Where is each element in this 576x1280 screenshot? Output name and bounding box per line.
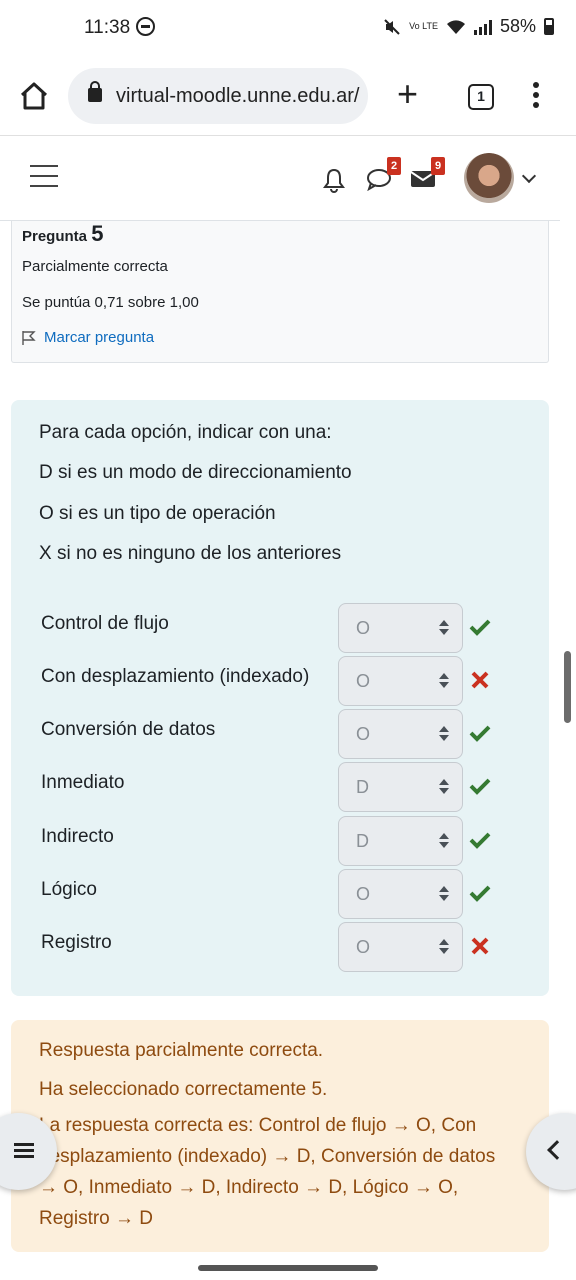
messages-button[interactable]: 2 — [366, 157, 401, 196]
question-text-line: Para cada opción, indicar con una: — [39, 422, 332, 443]
answer-select-value: D — [356, 831, 369, 851]
browser-toolbar: virtual-moodle.unne.edu.ar/ + 1 — [0, 58, 576, 136]
question-number: Pregunta 5 — [22, 221, 103, 247]
cross-icon — [471, 937, 489, 955]
answer-select-value: O — [356, 884, 371, 904]
home-indicator[interactable] — [198, 1265, 378, 1271]
flag-question-label: Marcar pregunta — [44, 329, 155, 346]
check-icon — [469, 619, 491, 636]
answer-row: Lógico O — [11, 869, 549, 921]
answer-select-value: O — [356, 618, 371, 638]
answer-label: Inmediato — [41, 772, 125, 793]
address-bar[interactable]: virtual-moodle.unne.edu.ar/ — [68, 68, 368, 124]
url-text: virtual-moodle.unne.edu.ar/ — [116, 85, 360, 107]
answer-row: Registro O — [11, 922, 549, 974]
chat-badge: 2 — [387, 157, 401, 175]
scrollbar[interactable] — [564, 651, 571, 723]
volte-label: Vo LTE — [409, 21, 438, 31]
check-icon — [469, 725, 491, 742]
moodle-navbar: 2 9 — [0, 137, 560, 221]
mute-icon — [384, 18, 400, 35]
check-icon — [469, 778, 491, 795]
feedback-summary: Respuesta parcialmente correcta. — [39, 1040, 324, 1061]
question-grade: Se puntúa 0,71 sobre 1,00 — [22, 294, 199, 311]
answer-label: Conversión de datos — [41, 719, 216, 740]
answer-row: Control de flujo O — [11, 603, 549, 655]
plus-icon[interactable]: + — [397, 76, 418, 112]
answer-select-value: O — [356, 937, 371, 957]
mail-badge: 9 — [431, 157, 445, 175]
answer-select[interactable]: D — [338, 762, 463, 812]
answer-select-value: O — [356, 671, 371, 691]
answer-select[interactable]: O — [338, 869, 463, 919]
question-info: Pregunta 5 Parcialmente correcta Se punt… — [11, 221, 549, 363]
signal-icon — [473, 19, 492, 35]
check-icon — [469, 885, 491, 902]
home-icon[interactable] — [18, 80, 50, 112]
answer-select[interactable]: O — [338, 603, 463, 653]
status-time: 11:38 — [84, 17, 131, 38]
answer-row: Conversión de datos O — [11, 709, 549, 761]
cross-icon — [471, 671, 489, 689]
feedback-box: Respuesta parcialmente correcta. Ha sele… — [11, 1020, 549, 1252]
chevron-left-icon — [547, 1140, 567, 1160]
menu-icon[interactable] — [30, 165, 58, 189]
bell-icon[interactable] — [322, 167, 346, 193]
status-bar: 11:38 Vo LTE 58% — [0, 0, 576, 58]
feedback-count: Ha seleccionado correctamente 5. — [39, 1079, 328, 1100]
answer-select[interactable]: O — [338, 922, 463, 972]
answer-label: Con desplazamiento (indexado) — [41, 666, 310, 687]
notifications-button[interactable]: 9 — [410, 157, 445, 194]
answer-select[interactable]: O — [338, 656, 463, 706]
question-number-value: 5 — [91, 221, 104, 246]
check-icon — [469, 832, 491, 849]
avatar[interactable] — [464, 153, 514, 203]
answer-label: Lógico — [41, 879, 97, 900]
index-icon — [14, 1143, 34, 1161]
status-icons: Vo LTE 58% — [383, 16, 554, 37]
chevron-down-icon[interactable] — [521, 168, 537, 184]
question-formulation: Para cada opción, indicar con una: D si … — [11, 400, 549, 996]
answer-select-value: O — [356, 724, 371, 744]
battery-percent: 58% — [499, 16, 536, 36]
question-label: Pregunta — [22, 228, 88, 245]
correct-answer-text: La respuesta correcta es: Control de flu… — [39, 1115, 496, 1229]
answer-row: Inmediato D — [11, 762, 549, 814]
answer-label: Indirecto — [41, 826, 114, 847]
answer-label: Registro — [41, 932, 112, 953]
answer-select[interactable]: O — [338, 709, 463, 759]
wifi-icon — [446, 19, 465, 34]
tab-switcher-icon[interactable]: 1 — [468, 84, 494, 110]
answer-label: Control de flujo — [41, 613, 169, 634]
question-text-line: X si no es ninguno de los anteriores — [39, 543, 342, 564]
more-options-icon[interactable] — [531, 82, 541, 112]
flag-question-link[interactable]: Marcar pregunta — [22, 329, 154, 346]
question-text-line: D si es un modo de direccionamiento — [39, 462, 352, 483]
answer-row: Con desplazamiento (indexado) O — [11, 656, 549, 708]
question-text-line: O si es un tipo de operación — [39, 503, 276, 524]
battery-icon — [544, 18, 554, 35]
answer-row: Indirecto D — [11, 816, 549, 868]
question-state: Parcialmente correcta — [22, 258, 168, 275]
answer-select-value: D — [356, 777, 369, 797]
lock-icon — [88, 81, 102, 102]
dnd-icon — [136, 17, 155, 36]
answer-select[interactable]: D — [338, 816, 463, 866]
flag-icon — [22, 330, 36, 345]
